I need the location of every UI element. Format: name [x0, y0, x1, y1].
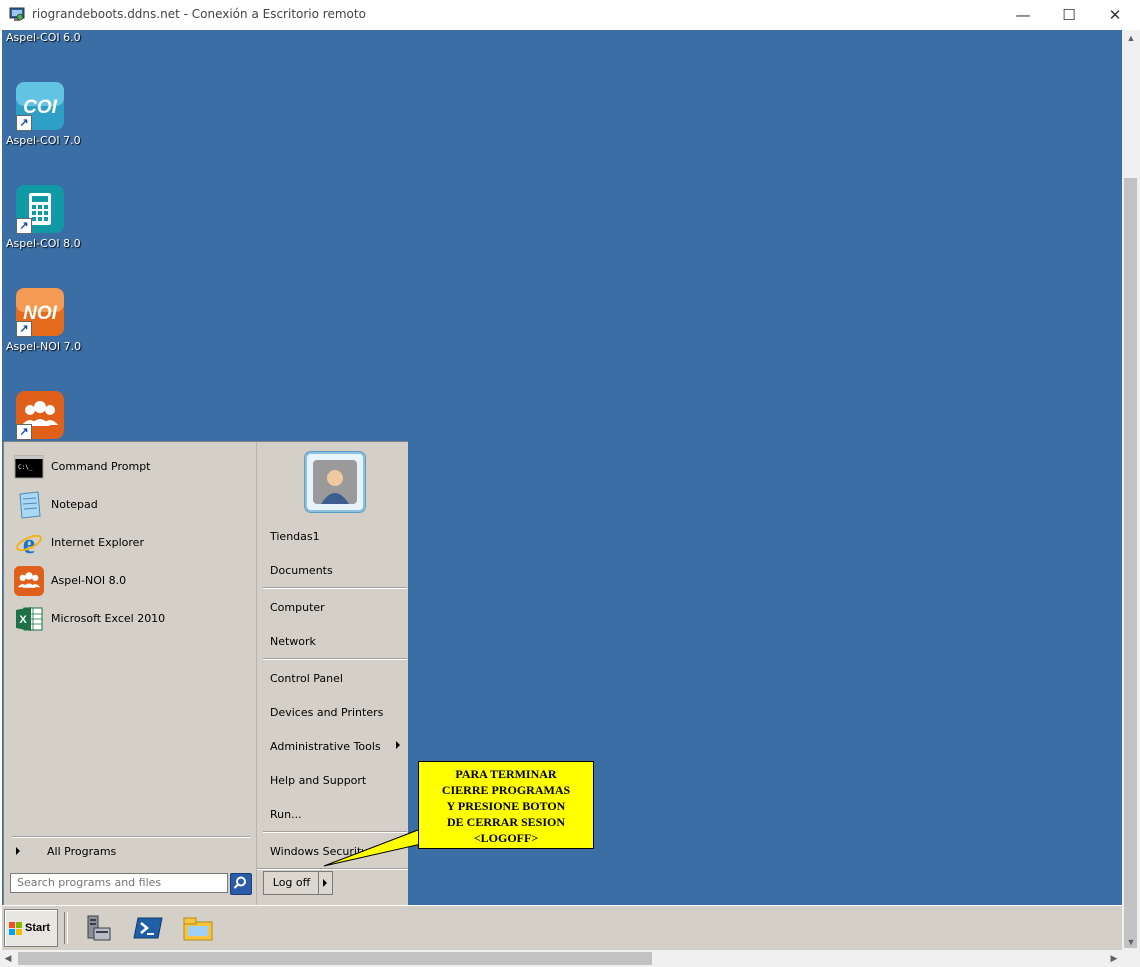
shortcut-arrow-icon: ↗ [16, 115, 32, 131]
callout-line: <LOGOFF> [473, 831, 539, 845]
start-item-internet-explorer[interactable]: e Internet Explorer [12, 526, 252, 560]
close-icon: ✕ [1108, 6, 1122, 24]
svg-text:X: X [19, 614, 27, 626]
server-manager-icon[interactable] [82, 912, 114, 944]
vertical-scrollbar[interactable]: ▲ ▼ [1122, 30, 1140, 950]
chevron-right-icon [323, 879, 327, 887]
maximize-icon: ☐ [1062, 6, 1076, 24]
desktop-icon-aspel-noi-8[interactable]: ↗ [2, 391, 82, 441]
places-separator [263, 587, 407, 589]
remote-desktop-icon [9, 7, 25, 21]
search-button[interactable] [230, 873, 252, 895]
place-administrative-tools[interactable]: Administrative Tools [270, 740, 381, 753]
command-prompt-icon: C:\_ [14, 455, 44, 479]
search-input[interactable] [10, 873, 228, 893]
place-user-folder[interactable]: Tiendas1 [270, 530, 320, 543]
start-item-label: Internet Explorer [51, 536, 144, 549]
maximize-button[interactable]: ☐ [1046, 0, 1092, 30]
powershell-icon[interactable] [132, 912, 164, 944]
shutdown-options-button[interactable] [318, 871, 333, 895]
close-button[interactable]: ✕ [1092, 0, 1138, 30]
internet-explorer-icon: e [16, 529, 42, 558]
excel-icon: X [16, 607, 43, 631]
notepad-icon [19, 491, 41, 519]
windows-logo-icon [9, 922, 22, 935]
place-computer[interactable]: Computer [270, 601, 325, 614]
horizontal-scroll-thumb[interactable] [18, 952, 652, 965]
submenu-arrow-icon [396, 741, 400, 749]
places-separator [263, 658, 407, 660]
start-label: Start [25, 922, 51, 934]
scroll-left-icon[interactable]: ◀ [0, 950, 16, 967]
window-title: riograndeboots.ddns.net - Conexión a Esc… [32, 7, 366, 21]
callout-line: Y PRESIONE BOTON [446, 799, 566, 813]
all-programs-label: All Programs [47, 845, 117, 858]
place-devices-printers[interactable]: Devices and Printers [270, 706, 383, 719]
callout-line: CIERRE PROGRAMAS [441, 783, 571, 797]
desktop-icon-aspel-coi-7[interactable]: COI ↗ Aspel-COI 7.0 [2, 82, 82, 148]
search-icon [233, 876, 246, 889]
logoff-instruction-callout: PARA TERMINAR CIERRE PROGRAMAS Y PRESION… [418, 761, 594, 849]
svg-text:e: e [23, 529, 35, 558]
shortcut-arrow-icon: ↗ [16, 218, 32, 234]
scroll-right-icon[interactable]: ▶ [1106, 950, 1122, 967]
place-network[interactable]: Network [270, 635, 316, 648]
start-menu-programs-pane: C:\_ Command Prompt Notepad e Internet E… [4, 442, 256, 905]
place-control-panel[interactable]: Control Panel [270, 672, 343, 685]
horizontal-scrollbar[interactable]: ◀ ▶ [0, 950, 1140, 967]
start-item-aspel-noi-8[interactable]: Aspel-NOI 8.0 [12, 564, 252, 598]
callout-pointer [323, 829, 430, 867]
place-run[interactable]: Run... [270, 808, 302, 821]
callout-line: DE CERRAR SESION [446, 815, 566, 829]
shortcut-arrow-icon: ↗ [16, 321, 32, 337]
desktop-icon-label: Aspel-COI 6.0 [6, 31, 81, 44]
shortcut-arrow-icon: ↗ [16, 424, 32, 440]
desktop-icon-aspel-coi-8[interactable]: ↗ Aspel-COI 8.0 [2, 185, 82, 251]
user-avatar-icon [313, 460, 357, 504]
desktop-icon-label: Aspel-COI 8.0 [6, 237, 81, 250]
vertical-scroll-thumb[interactable] [1124, 178, 1137, 948]
file-explorer-icon[interactable] [182, 912, 214, 944]
place-documents[interactable]: Documents [270, 564, 333, 577]
expand-arrow-icon [16, 847, 20, 855]
start-button[interactable]: Start [4, 909, 58, 947]
desktop-icon-aspel-noi-7[interactable]: NOI ↗ Aspel-NOI 7.0 [2, 288, 82, 354]
scroll-down-icon[interactable]: ▼ [1122, 934, 1140, 950]
desktop-icon-label: Aspel-NOI 7.0 [6, 340, 82, 353]
minimize-button[interactable]: — [1000, 0, 1046, 30]
taskbar-separator [64, 912, 68, 944]
start-item-label: Command Prompt [51, 460, 151, 473]
start-item-notepad[interactable]: Notepad [12, 488, 252, 522]
aspel-noi8-icon [14, 566, 44, 596]
rdp-title-bar: riograndeboots.ddns.net - Conexión a Esc… [0, 0, 1140, 31]
logoff-button[interactable]: Log off [263, 871, 320, 895]
programs-separator [12, 836, 250, 838]
scroll-up-icon[interactable]: ▲ [1122, 30, 1140, 46]
start-item-excel[interactable]: X Microsoft Excel 2010 [12, 602, 252, 636]
place-help-support[interactable]: Help and Support [270, 774, 366, 787]
taskbar: Start [2, 905, 1122, 951]
start-item-label: Microsoft Excel 2010 [51, 612, 166, 625]
start-item-label: Aspel-NOI 8.0 [51, 574, 127, 587]
start-item-command-prompt[interactable]: C:\_ Command Prompt [12, 450, 252, 484]
minimize-icon: — [1015, 6, 1031, 24]
svg-text:C:\_: C:\_ [18, 464, 33, 471]
desktop-icon-label: Aspel-COI 7.0 [6, 134, 81, 147]
user-avatar[interactable] [305, 452, 365, 512]
start-item-label: Notepad [51, 498, 98, 511]
callout-line: PARA TERMINAR [455, 767, 557, 781]
